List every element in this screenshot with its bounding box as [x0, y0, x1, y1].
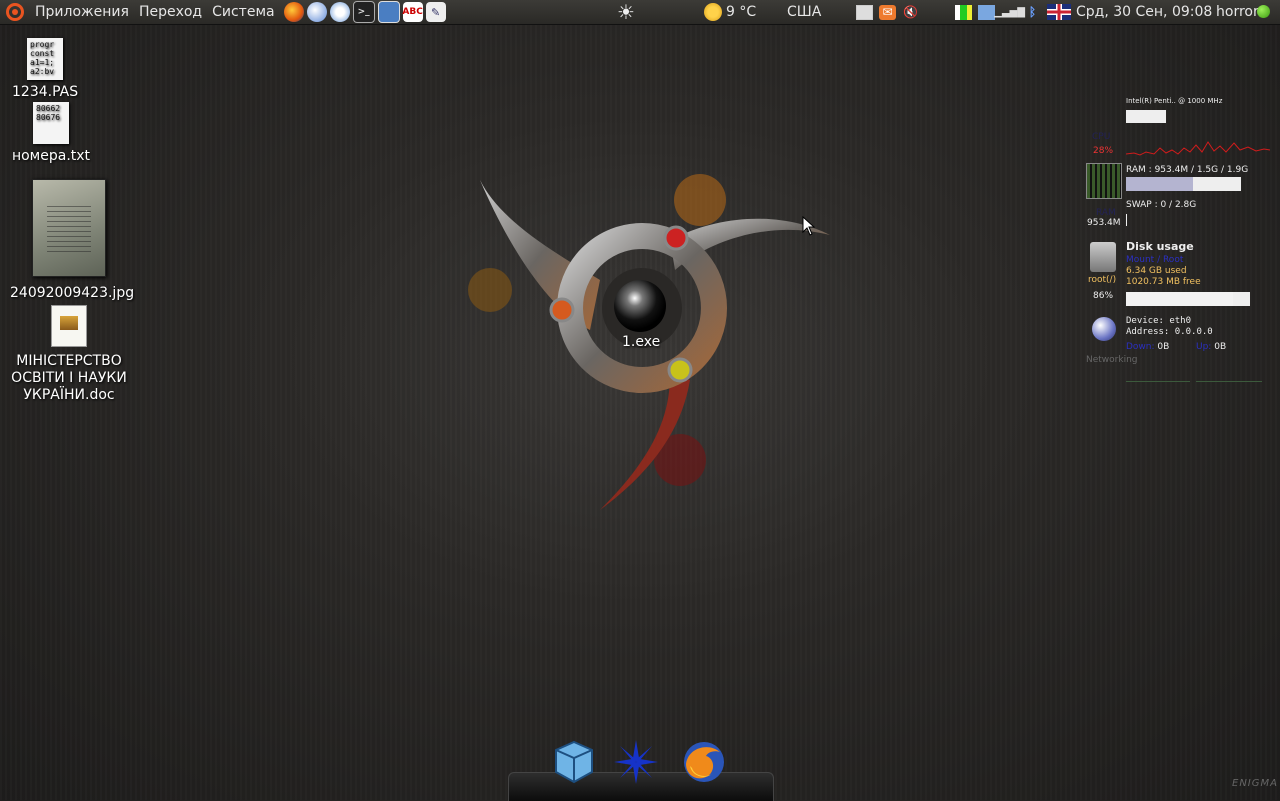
spark-app-dock-icon[interactable] [612, 738, 660, 786]
update-notifier-icon[interactable] [978, 4, 995, 20]
cpu-icon: CPU [1092, 132, 1111, 142]
dictionary-launcher-icon[interactable]: ABC [402, 2, 423, 22]
text-file-icon: 80662 80676 [33, 102, 69, 144]
main-menu: Приложения Переход Система [0, 3, 280, 21]
ram-icon-caption: RAM [1096, 208, 1116, 218]
net-down-graph [1126, 381, 1190, 382]
net-down-row: Down: 0B [1126, 342, 1169, 352]
network-signal-icon[interactable]: ▁▃▅▇ [994, 5, 1025, 20]
clock[interactable]: Срд, 30 Сен, 09:08 [1076, 0, 1212, 24]
menu-applications[interactable]: Приложения [30, 4, 134, 20]
center-icon-label[interactable]: 1.exe [622, 334, 660, 350]
cpu-percent: 28% [1093, 146, 1114, 156]
network-icon-caption: Networking [1086, 355, 1138, 365]
ram-line: RAM : 953.4M / 1.5G / 1.9G [1126, 165, 1249, 175]
net-up-value: 0B [1214, 342, 1227, 352]
net-address: Address: 0.0.0.0 [1126, 327, 1213, 337]
enigma-watermark-logo: ENIGMA [1232, 778, 1278, 789]
system-tray: ✉ 🔇 ▁▃▅▇ ᛒ [856, 0, 1071, 24]
firefox-dock-icon[interactable] [680, 738, 728, 786]
desktop-icon-1234-pas[interactable]: progr const a1=1; a2:bv 1234.PAS [12, 38, 78, 100]
mail-icon[interactable] [856, 4, 873, 20]
desktop-icon-photo-jpg[interactable]: 24092009423.jpg [10, 179, 135, 301]
ram-bar [1126, 177, 1241, 191]
pidgin-launcher-icon[interactable] [329, 2, 350, 22]
disk-usage-title: Disk usage [1126, 240, 1194, 253]
disk-mount-caption: Mount / Root [1126, 255, 1184, 265]
ram-chip-icon [1086, 163, 1122, 199]
menu-places[interactable]: Переход [134, 4, 207, 20]
wallpaper-emblem [468, 174, 830, 510]
weather-cloud-sun-icon [704, 3, 722, 21]
cpu-graph [1126, 141, 1270, 156]
pascal-file-icon: progr const a1=1; a2:bv [27, 38, 63, 80]
menu-system[interactable]: Система [207, 4, 279, 20]
net-down-value: 0B [1157, 342, 1170, 352]
user-name[interactable]: horror [1216, 0, 1259, 24]
weather-temperature: 9 °C [726, 4, 757, 20]
keyboard-layout-indicator[interactable]: США [787, 0, 821, 24]
net-down-label: Down: [1126, 342, 1155, 352]
disk-percent: 86% [1093, 291, 1114, 301]
virtualbox-dock-icon[interactable] [550, 738, 598, 786]
desktop-icon-label: 1234.PAS [12, 84, 79, 100]
weather-applet[interactable]: 9 °C [704, 0, 756, 24]
ram-value: 953.4M [1087, 218, 1121, 228]
brightness-sun-icon[interactable]: ☀ [617, 2, 635, 22]
messaging-icon[interactable]: ✉ [879, 4, 896, 20]
hard-disk-icon [1090, 242, 1116, 272]
desktop-icon-label: номера.txt [11, 148, 91, 164]
disk-bar [1126, 292, 1250, 306]
disk-root-label: root(/) [1088, 275, 1117, 285]
net-up-label: Up: [1196, 342, 1212, 352]
cpu-bar [1126, 110, 1166, 123]
desktop-icon-numbers-txt[interactable]: 80662 80676 номера.txt [8, 102, 94, 164]
top-panel: Приложения Переход Система >_ ABC ✎ ☀ 9 … [0, 0, 1280, 25]
image-thumbnail [32, 179, 106, 277]
desktop-icon-ministry-doc[interactable]: МІНІСТЕРСТВО ОСВІТИ І НАУКИ УКРАЇНИ.doc [8, 305, 130, 404]
conky-cpu-name: Intel(R) Penti.. @ 1000 MHz [1126, 97, 1223, 105]
net-up-graph [1196, 381, 1262, 382]
desktop-icon-label: МІНІСТЕРСТВО ОСВІТИ І НАУКИ УКРАЇНИ.doc [11, 353, 127, 403]
firefox-launcher-icon[interactable] [283, 2, 304, 22]
online-status-icon[interactable] [1257, 5, 1270, 18]
network-globe-icon [1092, 317, 1116, 341]
swap-bar [1126, 214, 1127, 226]
desktop-icon-label: 24092009423.jpg [10, 285, 135, 301]
disk-free: 1020.73 MB free [1126, 277, 1201, 287]
terminal-launcher-icon[interactable]: >_ [352, 1, 375, 23]
panel-launchers: >_ ABC ✎ [283, 1, 446, 23]
battery-icon[interactable] [955, 4, 972, 20]
volume-muted-icon[interactable]: 🔇 [902, 5, 919, 20]
word-document-icon [51, 305, 87, 347]
ubuntu-logo-icon[interactable] [6, 3, 24, 21]
uk-flag-icon[interactable] [1047, 4, 1071, 20]
text-editor-launcher-icon[interactable]: ✎ [425, 2, 446, 22]
thunderbird-launcher-icon[interactable] [306, 2, 327, 22]
net-device: Device: eth0 [1126, 316, 1192, 326]
disk-used: 6.34 GB used [1126, 266, 1187, 276]
network-launcher-icon[interactable] [377, 1, 400, 23]
bluetooth-icon[interactable]: ᛒ [1024, 5, 1041, 20]
net-up-row: Up: 0B [1196, 342, 1226, 352]
swap-line: SWAP : 0 / 2.8G [1126, 200, 1197, 210]
mouse-cursor-icon [802, 216, 816, 236]
